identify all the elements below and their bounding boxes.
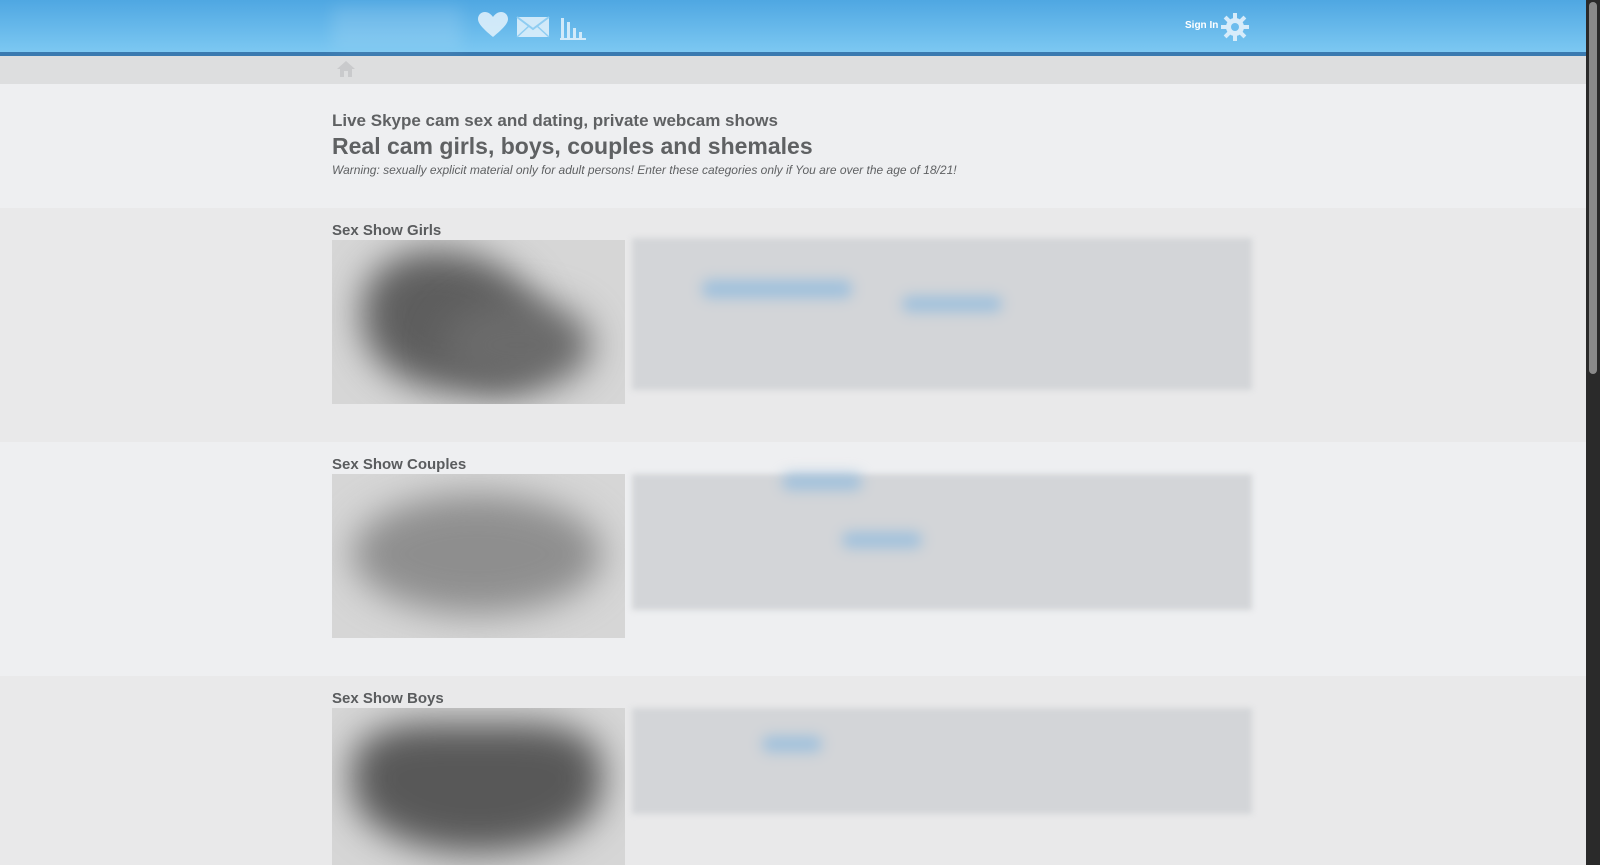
gear-icon[interactable] [1220, 12, 1250, 47]
mail-icon[interactable] [516, 16, 550, 43]
sign-in-link[interactable]: Sign In [1185, 20, 1218, 31]
category-thumbnail[interactable] [332, 474, 625, 638]
age-warning: Warning: sexually explicit material only… [332, 163, 957, 177]
section-title: Sex Show Boys [332, 690, 444, 707]
stats-icon[interactable] [560, 14, 586, 45]
heart-icon[interactable] [478, 12, 508, 43]
page-title: Live Skype cam sex and dating, private w… [332, 111, 778, 130]
page-subtitle: Real cam girls, boys, couples and shemal… [332, 133, 813, 159]
category-section-boys: Sex Show Boys [0, 676, 1586, 865]
category-thumbnail[interactable] [332, 240, 625, 404]
scrollbar-thumb[interactable] [1589, 2, 1597, 374]
section-title: Sex Show Couples [332, 456, 467, 473]
breadcrumb-bar [0, 56, 1586, 84]
site-logo[interactable] [332, 6, 462, 48]
category-section-girls: Sex Show Girls [0, 208, 1586, 442]
category-description [632, 474, 1252, 610]
section-title: Sex Show Girls [332, 222, 442, 239]
page-scrollbar[interactable] [1586, 0, 1600, 865]
top-navigation-bar: Sign In [0, 0, 1586, 56]
category-description [632, 238, 1252, 390]
category-section-couples: Sex Show Couples [0, 442, 1586, 676]
home-icon[interactable] [336, 60, 356, 83]
category-thumbnail[interactable] [332, 708, 625, 865]
intro-block: Live Skype cam sex and dating, private w… [332, 111, 1332, 177]
category-description [632, 708, 1252, 814]
